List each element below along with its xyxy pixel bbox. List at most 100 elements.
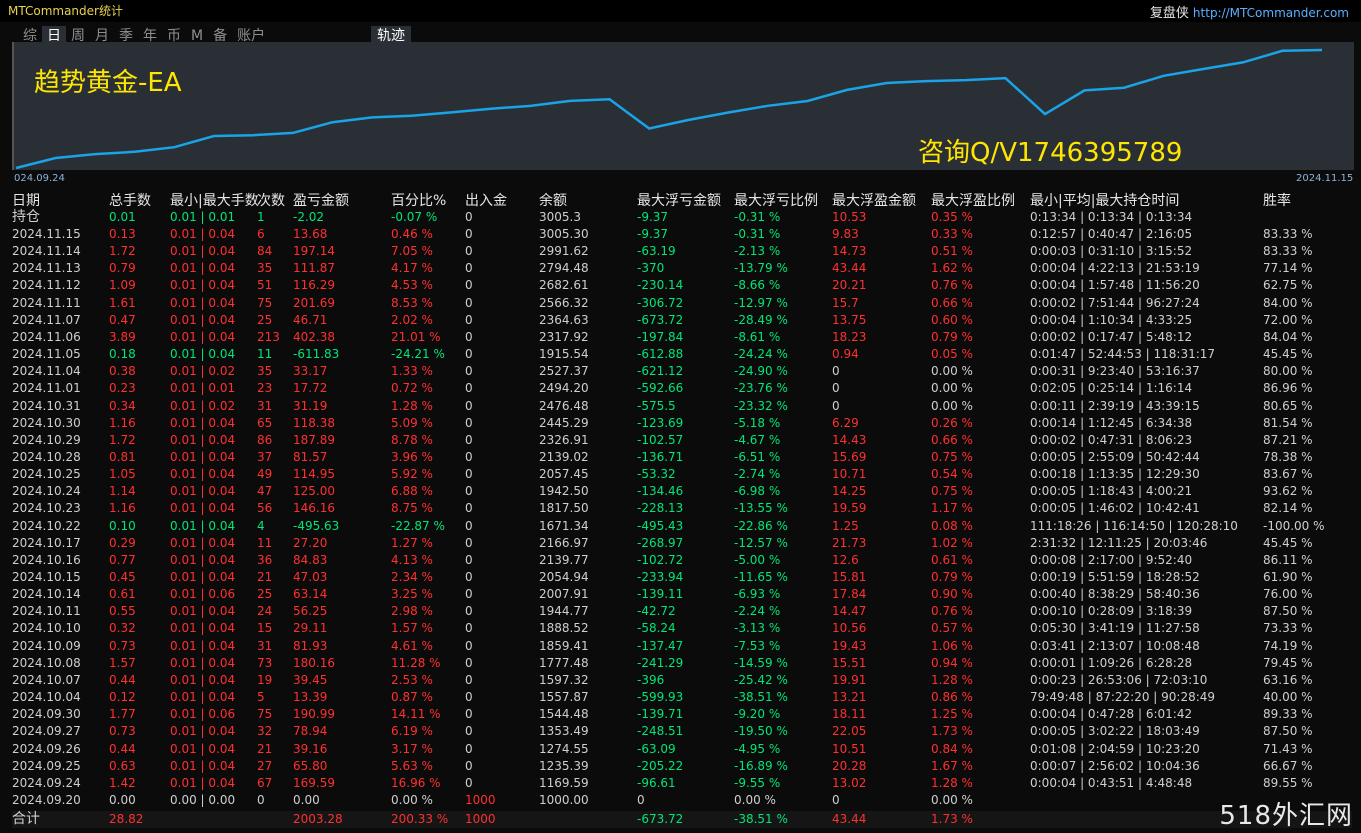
cell-hold-time: 0:00:04 | 0:43:51 | 4:48:48 [1030, 775, 1193, 790]
cell-count: 1 [257, 210, 265, 224]
cell-win-rate: 87.50 % [1263, 724, 1313, 739]
cell-max-float-loss-pct: -25.42 % [734, 672, 788, 687]
table-row[interactable]: 2024.10.10 0.32 0.01 | 0.04 15 29.11 1.57 % 0 1… [12, 620, 1352, 637]
table-row[interactable]: 2024.10.08 1.57 0.01 | 0.04 73 180.16 11.28 %… [12, 655, 1352, 672]
cell-total-lots: 0.10 [109, 518, 136, 533]
cell-hold-time: 2:31:32 | 12:11:25 | 20:03:46 [1030, 535, 1208, 550]
cell-date: 2024.11.15 [12, 227, 81, 241]
cell-win-rate: 87.50 % [1263, 604, 1313, 619]
cell-win-rate: 84.04 % [1263, 329, 1313, 344]
cell-pnl: 65.80 [293, 758, 328, 773]
cell-deposit: 0 [465, 621, 473, 636]
cell-max-float-loss-pct: -7.53 % [734, 638, 781, 653]
table-row[interactable]: 2024.11.04 0.38 0.01 | 0.02 35 33.17 1.33 % 0 2… [12, 363, 1352, 380]
cell-max-float-loss-pct: -9.55 % [734, 775, 781, 790]
cell-deposit: 0 [465, 295, 473, 310]
table-row[interactable]: 2024.10.25 1.05 0.01 | 0.04 49 114.95 5.92 % 0… [12, 466, 1352, 483]
cell-date: 2024.11.13 [12, 261, 81, 276]
cell-percent: 4.17 % [391, 261, 433, 276]
header-total-lots[interactable]: 总手数 [109, 190, 151, 209]
cell-hold-time: 0:00:01 | 1:09:26 | 6:28:28 [1030, 655, 1193, 670]
table-row[interactable]: 2024.10.22 0.10 0.01 | 0.04 4 -495.63 -22.87 … [12, 518, 1352, 535]
table-row[interactable]: 2024.09.26 0.44 0.01 | 0.04 21 39.16 3.17 % 0 1… [12, 741, 1352, 758]
cell-count: 35 [257, 261, 273, 276]
cell-total-lots: 0.44 [109, 741, 136, 756]
table-row[interactable]: 2024.09.25 0.63 0.01 | 0.04 27 65.80 5.63 % 0 1… [12, 758, 1352, 775]
cell-hold-time: 0:00:23 | 26:53:06 | 72:03:10 [1030, 672, 1208, 687]
table-row[interactable]: 2024.10.07 0.44 0.01 | 0.04 19 39.45 2.53 % 0 1… [12, 672, 1352, 689]
cell-total-lots: 0.32 [109, 621, 136, 636]
cell-max-float-loss-pct: -4.67 % [734, 432, 781, 447]
header-pnl[interactable]: 盈亏金额 [293, 190, 349, 209]
table-row[interactable]: 2024.11.05 0.18 0.01 | 0.04 11 -611.83 -24.21… [12, 346, 1352, 363]
cell-hold-time: 0:00:07 | 2:56:02 | 10:04:36 [1030, 758, 1200, 773]
cell-max-float-profit-pct: 0.76 % [931, 278, 973, 293]
cell-max-float-profit-pct: 0.00 % [931, 381, 973, 396]
table-row[interactable]: 2024.10.09 0.73 0.01 | 0.04 31 81.93 4.61 % 0 1… [12, 638, 1352, 655]
header-percent[interactable]: 百分比% [391, 190, 446, 209]
cell-date: 2024.10.23 [12, 501, 81, 516]
header-max-float-loss[interactable]: 最大浮亏金额 [637, 190, 721, 209]
table-row[interactable]: 2024.09.24 1.42 0.01 | 0.04 67 169.59 16.96 %… [12, 775, 1352, 792]
header-date[interactable]: 日期 [12, 190, 40, 209]
cell-total-lots: 1.57 [109, 655, 136, 670]
header-hold-time[interactable]: 最小|平均|最大持仓时间 [1030, 190, 1179, 209]
table-row[interactable]: 2024.11.06 3.89 0.01 | 0.04 213 402.38 21.01 … [12, 329, 1352, 346]
table-row[interactable]: 2024.11.11 1.61 0.01 | 0.04 75 201.69 8.53 % 0… [12, 295, 1352, 312]
cell-pnl: 81.93 [293, 638, 328, 653]
total-row[interactable]: 合计 28.82 2003.28 200.33 % 1000 -673.72 -38.51 … [12, 811, 1352, 828]
cell-max-float-profit-pct: 1.73 % [931, 724, 973, 739]
table-row[interactable]: 2024.11.01 0.23 0.01 | 0.01 23 17.72 0.72 % 0 2… [12, 380, 1352, 397]
table-row[interactable]: 2024.09.20 0.00 0.00 | 0.00 0 0.00 0.00 % 1000… [12, 792, 1352, 809]
cell-deposit: 0 [465, 364, 473, 379]
ea-name: 趋势黄金-EA [34, 68, 182, 98]
table-row[interactable]: 2024.09.30 1.77 0.01 | 0.06 75 190.99 14.11 %… [12, 706, 1352, 723]
cell-win-rate: 78.38 % [1263, 449, 1313, 464]
header-max-float-loss-pct[interactable]: 最大浮亏比例 [734, 190, 818, 209]
table-row[interactable]: 2024.10.17 0.29 0.01 | 0.04 11 27.20 1.27 % 0 2… [12, 535, 1352, 552]
cell-win-rate: 72.00 % [1263, 312, 1313, 327]
header-max-float-profit[interactable]: 最大浮盈金额 [832, 190, 916, 209]
brand-link[interactable]: http://MTCommander.com [1193, 6, 1349, 20]
table-row[interactable]: 2024.10.24 1.14 0.01 | 0.04 47 125.00 6.88 % 0… [12, 483, 1352, 500]
cell-pnl: 169.59 [293, 775, 335, 790]
cell-total-lots: 1.16 [109, 501, 136, 516]
cell-hold-time: 0:00:31 | 9:23:40 | 53:16:37 [1030, 364, 1200, 379]
cell-max-float-profit-pct: 1.25 % [931, 707, 973, 722]
cell-max-float-loss: -396 [637, 672, 665, 687]
header-balance[interactable]: 余额 [539, 190, 567, 209]
cell-max-float-profit: 14.25 [832, 484, 867, 499]
table-row[interactable]: 2024.11.14 1.72 0.01 | 0.04 84 197.14 7.05 % 0… [12, 243, 1352, 260]
cell-hold-time: 111:18:26 | 116:14:50 | 120:28:10 [1030, 518, 1238, 533]
cell-deposit: 0 [465, 501, 473, 516]
table-row[interactable]: 2024.10.16 0.77 0.01 | 0.04 36 84.83 4.13 % 0 2… [12, 552, 1352, 569]
table-row[interactable]: 2024.09.27 0.73 0.01 | 0.04 32 78.94 6.19 % 0 1… [12, 723, 1352, 740]
table-row[interactable]: 2024.11.15 0.13 0.01 | 0.04 6 13.68 0.46 % 0 30… [12, 226, 1352, 243]
cell-max-float-loss: -370 [637, 261, 665, 276]
table-row[interactable]: 2024.10.04 0.12 0.01 | 0.04 5 13.39 0.87 % 0 15… [12, 689, 1352, 706]
table-row[interactable]: 2024.10.28 0.81 0.01 | 0.04 37 81.57 3.96 % 0 2… [12, 449, 1352, 466]
header-count[interactable]: 次数 [257, 190, 285, 209]
table-row[interactable]: 2024.10.30 1.16 0.01 | 0.04 65 118.38 5.09 % 0… [12, 415, 1352, 432]
cell-max-float-loss: -612.88 [637, 347, 684, 362]
table-row[interactable]: 2024.10.15 0.45 0.01 | 0.04 21 47.03 2.34 % 0 2… [12, 569, 1352, 586]
header-min-max-lots[interactable]: 最小|最大手数 [170, 190, 259, 209]
cell-balance: 2364.63 [539, 312, 589, 327]
cell-date: 2024.09.30 [12, 707, 81, 722]
cell-max-float-loss-pct: -8.66 % [734, 278, 781, 293]
cell-min-max-lots: 0.01 | 0.02 [170, 364, 236, 379]
table-row[interactable]: 2024.10.11 0.55 0.01 | 0.04 24 56.25 2.98 % 0 1… [12, 603, 1352, 620]
table-row[interactable]: 2024.10.29 1.72 0.01 | 0.04 86 187.89 8.78 % 0… [12, 432, 1352, 449]
table-row[interactable]: 2024.11.07 0.47 0.01 | 0.04 25 46.71 2.02 % 0 2… [12, 312, 1352, 329]
header-deposit[interactable]: 出入金 [465, 190, 507, 209]
table-row[interactable]: 2024.11.13 0.79 0.01 | 0.04 35 111.87 4.17 % 0… [12, 260, 1352, 277]
table-row[interactable]: 2024.10.23 1.16 0.01 | 0.04 56 146.16 8.75 % 0… [12, 500, 1352, 517]
table-row[interactable]: 2024.10.31 0.34 0.01 | 0.02 31 31.19 1.28 % 0 2… [12, 398, 1352, 415]
header-max-float-profit-pct[interactable]: 最大浮盈比例 [931, 190, 1015, 209]
table-row[interactable]: 2024.10.14 0.61 0.01 | 0.06 25 63.14 3.25 % 0 2… [12, 586, 1352, 603]
table-row[interactable]: 2024.11.12 1.09 0.01 | 0.04 51 116.29 4.53 % 0… [12, 277, 1352, 294]
position-row[interactable]: 持仓 0.01 0.01 | 0.01 1 -2.02 -0.07 % 0 3005.3 -9.… [12, 209, 1352, 226]
header-win-rate[interactable]: 胜率 [1263, 190, 1291, 209]
cell-min-max-lots: 0.01 | 0.04 [170, 621, 236, 636]
cell-balance: 1000.00 [539, 792, 589, 807]
